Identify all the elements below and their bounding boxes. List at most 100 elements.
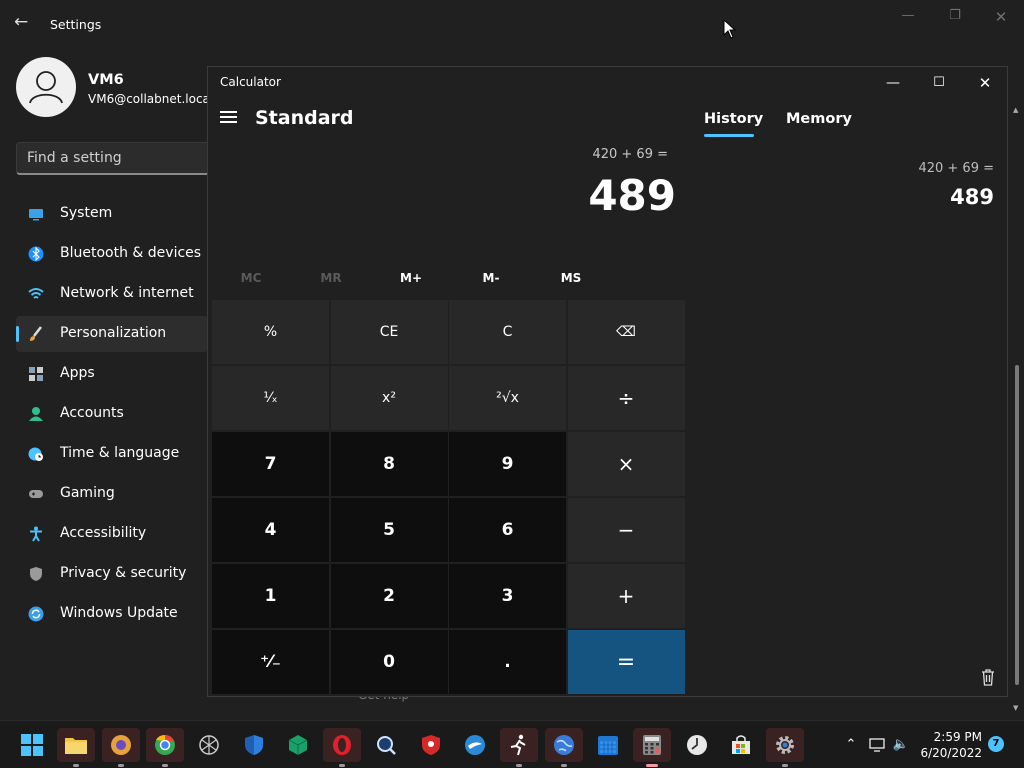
sidebar-item-label: Accessibility [60,525,147,541]
digit-4-key[interactable]: 4 [212,498,329,562]
runner-app-icon[interactable] [500,728,539,767]
chevron-up-icon[interactable]: ⌃ [842,737,860,753]
equals-key[interactable]: = [567,630,685,694]
hamburger-menu-icon[interactable] [220,111,238,125]
reciprocal-key[interactable]: ¹⁄ₓ [212,366,329,430]
digit-2-key[interactable]: 2 [330,564,448,628]
settings-minimize-icon[interactable]: — [893,8,923,28]
start-icon[interactable] [13,728,51,762]
decimal-key[interactable]: . [449,630,566,694]
digit-7-key[interactable]: 7 [212,432,329,496]
settings-gear-icon[interactable] [766,728,805,767]
sidebar-item-windows-update[interactable]: Windows Update [16,596,208,632]
store-icon[interactable] [722,728,760,762]
trash-icon[interactable] [980,668,996,686]
running-indicator [73,764,80,767]
back-arrow-icon[interactable]: ← [14,12,34,36]
globe-app-icon[interactable] [544,728,583,767]
calc-maximize-icon[interactable]: ☐ [916,69,962,97]
sidebar-item-network-internet[interactable]: Network & internet [16,276,208,312]
settings-close-icon[interactable]: ✕ [986,8,1016,28]
calc-minimize-icon[interactable]: — [870,69,916,97]
sidebar-item-accessibility[interactable]: Accessibility [16,516,208,552]
memory-mc-button[interactable]: MC [216,271,286,285]
clock-date[interactable]: 6/20/2022 [918,746,982,760]
digit-1-key[interactable]: 1 [212,564,329,628]
tab-history[interactable]: History [704,111,763,127]
scroll-down-icon[interactable]: ▼ [1013,704,1018,712]
gamepad-icon [29,490,43,498]
sidebar-item-apps[interactable]: Apps [16,356,208,392]
memory-mr-button[interactable]: MR [296,271,366,285]
multiply-key[interactable]: × [567,432,685,496]
clock-app-icon[interactable] [678,728,716,762]
digit-6-key[interactable]: 6 [449,498,566,562]
monitor-icon [29,209,43,221]
clear-key[interactable]: C [449,300,566,364]
scroll-thumb[interactable] [1015,365,1019,685]
globe-clock-icon [28,447,43,461]
calculator-mode-title: Standard [255,107,354,129]
digit-8-key[interactable]: 8 [330,432,448,496]
calculator-icon[interactable] [633,728,672,767]
tab-memory[interactable]: Memory [786,111,852,127]
settings-restore-icon[interactable]: ❐ [940,8,970,28]
sidebar-item-gaming[interactable]: Gaming [16,476,208,512]
sidebar-item-system[interactable]: System [16,196,208,232]
calculator-title: Calculator [220,75,281,89]
clear-entry-key[interactable]: CE [330,300,448,364]
clock-time[interactable]: 2:59 PM [918,730,982,744]
sidebar-item-label: System [60,205,113,221]
memory-ms-button[interactable]: MS [536,271,606,285]
digit-3-key[interactable]: 3 [449,564,566,628]
calendar-icon[interactable] [589,728,627,762]
network-tray-icon[interactable] [868,737,886,753]
opera-icon[interactable] [323,728,362,767]
divide-key[interactable]: ÷ [567,366,685,430]
sidebar-item-privacy-security[interactable]: Privacy & security [16,556,208,592]
digit-9-key[interactable]: 9 [449,432,566,496]
percent-key[interactable]: % [212,300,329,364]
sidebar-item-label: Privacy & security [60,565,187,581]
network-app-icon[interactable] [190,728,228,762]
memory-mminus-button[interactable]: M- [456,271,526,285]
file-explorer-icon[interactable] [57,728,96,767]
sidebar-item-personalization[interactable]: Personalization [16,316,208,352]
find-setting-search-input[interactable]: Find a setting [16,142,212,175]
search-placeholder: Find a setting [27,150,122,166]
square-root-key[interactable]: ²√x [449,366,566,430]
memory-mplus-button[interactable]: M+ [376,271,446,285]
chrome-icon[interactable] [145,728,184,767]
history-result[interactable]: 489 [848,185,994,209]
mouse-cursor-icon [723,19,737,39]
backspace-key[interactable]: ⌫ [567,300,685,364]
calc-close-icon[interactable]: ✕ [962,69,1008,97]
sidebar-item-bluetooth-devices[interactable]: Bluetooth & devices [16,236,208,272]
volume-icon[interactable]: 🔈 [892,737,910,753]
sidebar-item-time-language[interactable]: Time & language [16,436,208,472]
wifi-icon [28,288,44,299]
brave-browser-icon[interactable] [101,728,140,767]
add-key[interactable]: + [567,564,685,628]
digit-0-key[interactable]: 0 [330,630,448,694]
shield-icon [30,567,42,581]
user-name: VM6 [88,72,124,88]
subtract-key[interactable]: − [567,498,685,562]
negate-key[interactable]: ⁺⁄₋ [212,630,329,694]
digit-5-key[interactable]: 5 [330,498,448,562]
bird-app-icon[interactable] [456,728,494,762]
avatar[interactable] [16,57,76,117]
cube-app-icon[interactable] [279,728,317,762]
settings-titlebar: ← Settings — ❐ ✕ [0,0,1024,48]
history-expression[interactable]: 420 + 69 = [848,161,994,176]
notification-badge[interactable]: 7 [988,736,1004,752]
sidebar-item-accounts[interactable]: Accounts [16,396,208,432]
running-indicator [560,764,567,767]
scroll-up-icon[interactable]: ▲ [1013,106,1018,114]
settings-title: Settings [50,17,102,32]
search-app-icon[interactable] [367,728,405,762]
sidebar-item-label: Apps [60,365,95,381]
vpn-shield-icon[interactable] [412,728,450,762]
defender-shield-icon[interactable] [235,728,273,762]
square-key[interactable]: x² [330,366,448,430]
